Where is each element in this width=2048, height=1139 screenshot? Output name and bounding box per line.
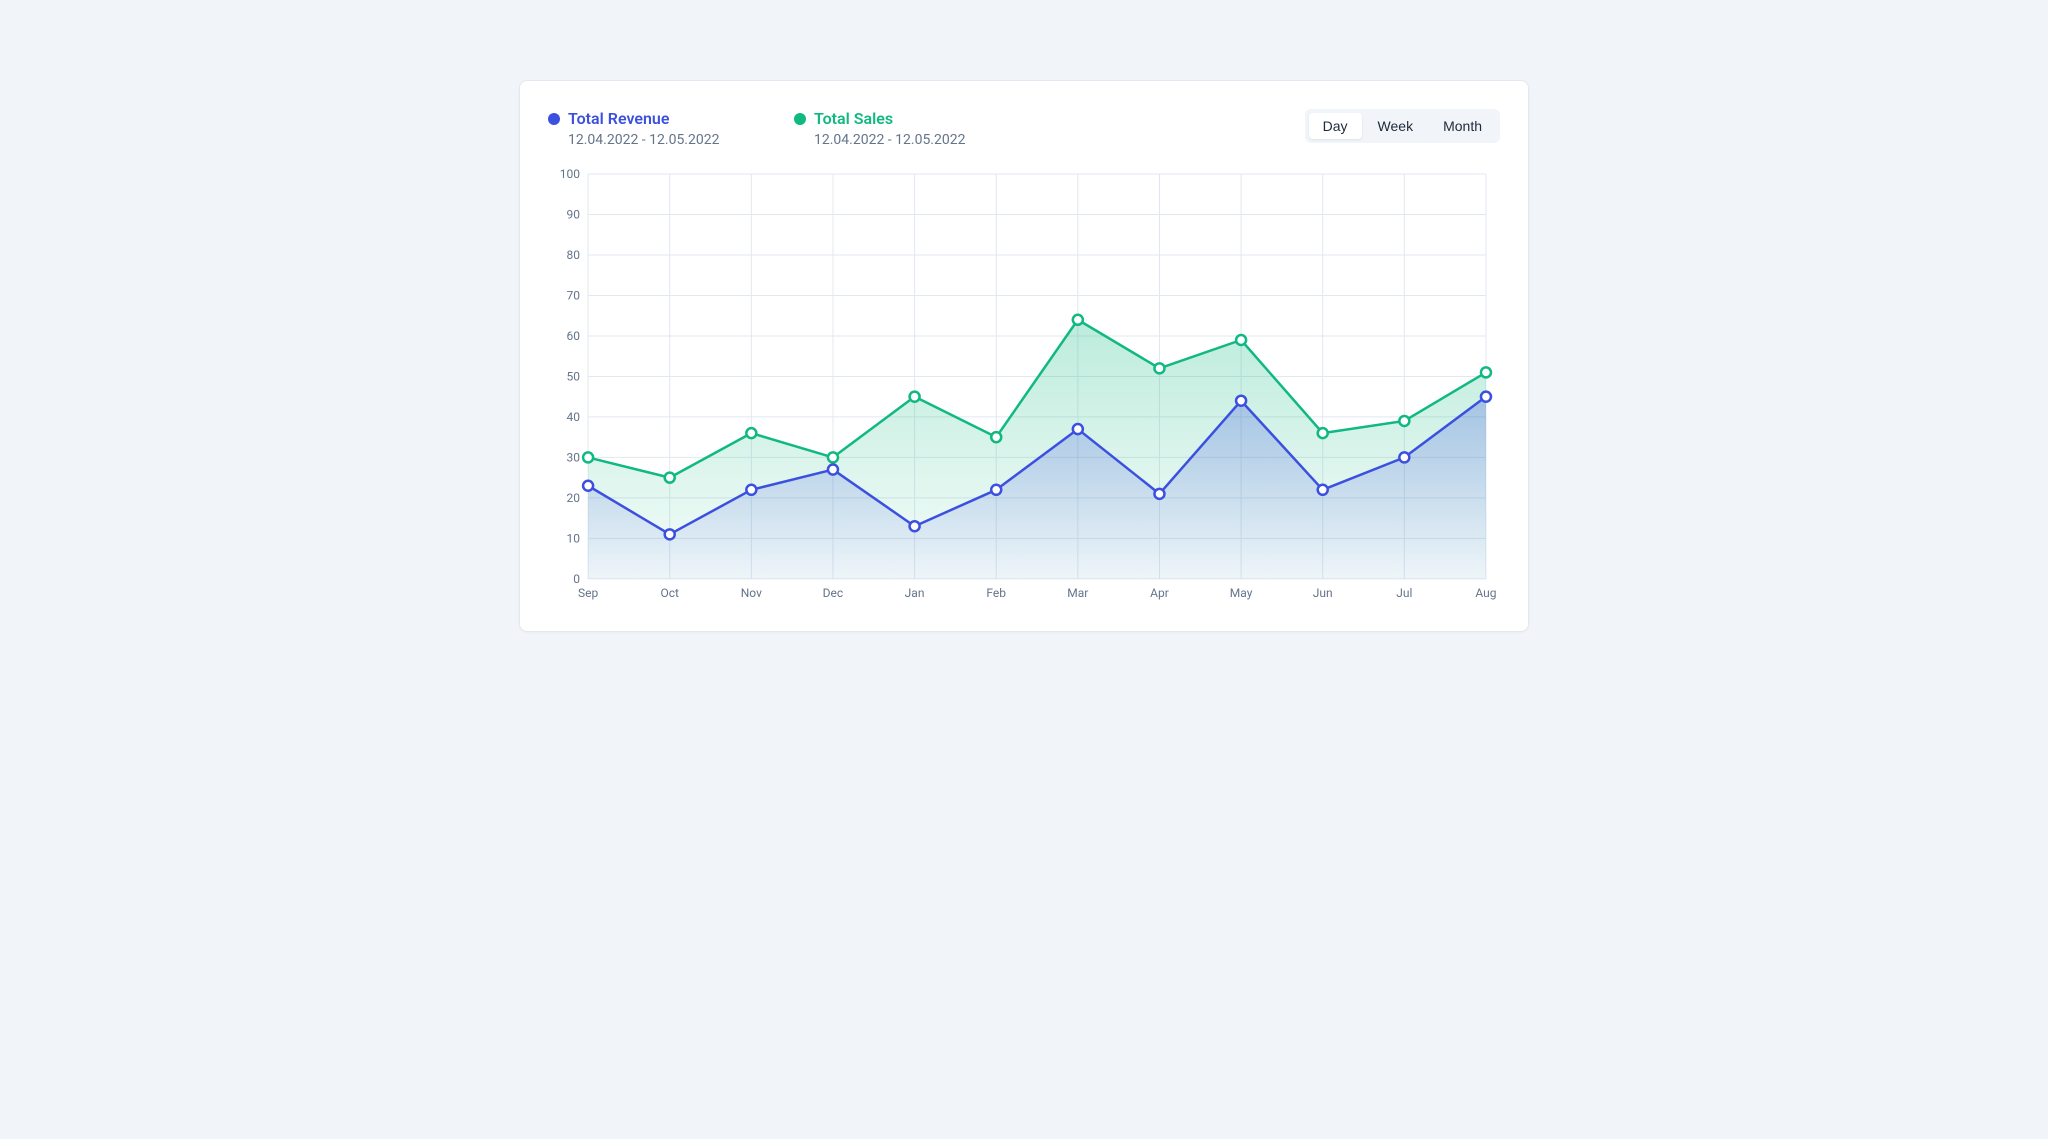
- chart-data-point[interactable]: [583, 452, 593, 462]
- x-axis-tick-label: Nov: [741, 586, 762, 600]
- y-axis-tick-label: 40: [567, 410, 581, 424]
- y-axis-tick-label: 50: [567, 369, 581, 383]
- chart-data-point[interactable]: [1236, 335, 1246, 345]
- chart-data-point[interactable]: [1318, 428, 1328, 438]
- x-axis-tick-label: May: [1230, 586, 1253, 600]
- x-axis-tick-label: Feb: [986, 586, 1006, 600]
- legend-title: Total Revenue: [568, 109, 669, 130]
- x-axis-tick-label: Oct: [660, 586, 679, 600]
- y-axis-tick-label: 10: [567, 531, 581, 545]
- x-axis-tick-label: Mar: [1067, 586, 1088, 600]
- chart-area: 0 10 20 30 40 50 60 70 80 90 100 Sep Oct Nov Dec Jan Feb…: [548, 166, 1500, 607]
- chart-data-point[interactable]: [1318, 485, 1328, 495]
- area-chart-svg: 0 10 20 30 40 50 60 70 80 90 100 Sep Oct Nov Dec Jan Feb…: [548, 166, 1500, 607]
- chart-data-point[interactable]: [1481, 391, 1491, 401]
- chart-data-point[interactable]: [991, 432, 1001, 442]
- chart-data-point[interactable]: [1154, 489, 1164, 499]
- chart-data-point[interactable]: [583, 481, 593, 491]
- x-axis-tick-label: Apr: [1150, 586, 1169, 600]
- y-axis-tick-label: 30: [567, 450, 581, 464]
- chart-data-point[interactable]: [665, 529, 675, 539]
- chart-data-point[interactable]: [1073, 315, 1083, 325]
- chart-data-point[interactable]: [746, 485, 756, 495]
- x-axis-tick-label: Aug: [1475, 586, 1496, 600]
- chart-data-point[interactable]: [910, 521, 920, 531]
- chart-data-point[interactable]: [991, 485, 1001, 495]
- chart-data-point[interactable]: [665, 472, 675, 482]
- x-axis-tick-label: Dec: [823, 586, 844, 600]
- chart-data-point[interactable]: [1399, 416, 1409, 426]
- legend-dot-icon: [794, 113, 806, 125]
- y-axis-tick-label: 20: [567, 491, 581, 505]
- legend-title: Total Sales: [814, 109, 893, 130]
- y-axis-tick-label: 100: [560, 167, 581, 181]
- range-button-week[interactable]: Week: [1364, 113, 1428, 139]
- legend-date-range: 12.04.2022 - 12.05.2022: [794, 132, 984, 148]
- chart-card: Total Revenue 12.04.2022 - 12.05.2022 To…: [519, 80, 1529, 632]
- chart-data-point[interactable]: [1236, 396, 1246, 406]
- y-axis-tick-label: 80: [567, 248, 581, 262]
- x-axis-tick-label: Jun: [1313, 586, 1333, 600]
- legend-dot-icon: [548, 113, 560, 125]
- time-range-switch: DayWeekMonth: [1305, 109, 1500, 143]
- chart-data-point[interactable]: [746, 428, 756, 438]
- y-axis-tick-label: 60: [567, 329, 581, 343]
- legend-date-range: 12.04.2022 - 12.05.2022: [548, 132, 738, 148]
- legend-item-revenue: Total Revenue 12.04.2022 - 12.05.2022: [548, 109, 738, 148]
- chart-data-point[interactable]: [828, 464, 838, 474]
- y-axis-tick-label: 90: [567, 207, 581, 221]
- range-button-month[interactable]: Month: [1429, 113, 1496, 139]
- chart-header: Total Revenue 12.04.2022 - 12.05.2022 To…: [548, 109, 1500, 148]
- chart-data-point[interactable]: [1073, 424, 1083, 434]
- legend-group: Total Revenue 12.04.2022 - 12.05.2022 To…: [548, 109, 984, 148]
- chart-data-point[interactable]: [910, 391, 920, 401]
- legend-title-row: Total Revenue: [548, 109, 738, 130]
- x-axis-tick-label: Jan: [905, 586, 925, 600]
- y-axis-tick-label: 0: [573, 572, 580, 586]
- legend-title-row: Total Sales: [794, 109, 984, 130]
- range-button-day[interactable]: Day: [1309, 113, 1362, 139]
- chart-data-point[interactable]: [1481, 367, 1491, 377]
- x-axis-tick-label: Jul: [1396, 586, 1412, 600]
- chart-data-point[interactable]: [1399, 452, 1409, 462]
- y-axis-tick-label: 70: [567, 288, 581, 302]
- x-axis-tick-label: Sep: [578, 586, 599, 600]
- legend-item-sales: Total Sales 12.04.2022 - 12.05.2022: [794, 109, 984, 148]
- chart-data-point[interactable]: [828, 452, 838, 462]
- chart-data-point[interactable]: [1154, 363, 1164, 373]
